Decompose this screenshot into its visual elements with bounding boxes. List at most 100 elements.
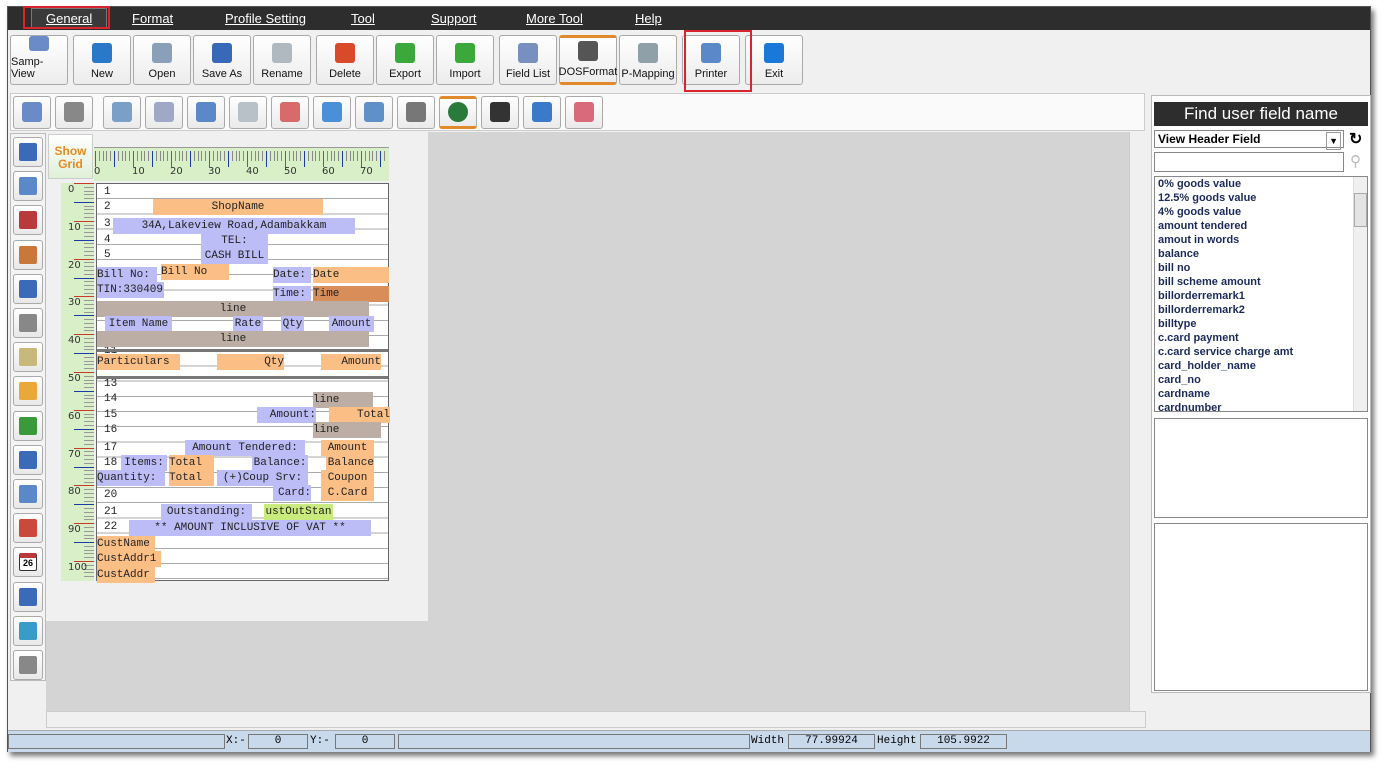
field-list-item[interactable]: c.card service charge amt: [1155, 345, 1367, 359]
field-quantity[interactable]: Quantity:: [97, 470, 165, 486]
clock-tool[interactable]: [13, 513, 43, 544]
field-date[interactable]: Date:: [273, 267, 311, 283]
page-settings-button[interactable]: [229, 95, 267, 129]
coins-tool[interactable]: [13, 650, 43, 680]
field-items[interactable]: Items:: [121, 455, 167, 471]
menu-help[interactable]: Help: [631, 11, 666, 26]
export-button[interactable]: Export: [376, 35, 434, 85]
field-total[interactable]: Total: [169, 470, 214, 486]
text-tool-tool[interactable]: [13, 137, 43, 167]
save-as-button[interactable]: Save As: [193, 35, 251, 85]
field-particulars[interactable]: Particulars: [97, 354, 180, 370]
print-button[interactable]: [55, 95, 93, 129]
field-shopname[interactable]: ShopName: [153, 199, 323, 215]
field-qty[interactable]: Qty: [281, 316, 304, 332]
field-custname[interactable]: CustName: [97, 536, 155, 552]
globe-button[interactable]: [439, 95, 477, 129]
field-c-card[interactable]: C.Card: [321, 485, 374, 501]
exit-button[interactable]: Exit: [745, 35, 803, 85]
field-cash-bill[interactable]: CASH BILL: [201, 248, 268, 264]
field-list-item[interactable]: amout in words: [1155, 233, 1367, 247]
pencil-tool[interactable]: [13, 239, 43, 270]
field-total[interactable]: Total: [329, 407, 390, 423]
field-line[interactable]: line: [313, 392, 373, 408]
preview-button[interactable]: [13, 95, 51, 129]
field-bill-no[interactable]: Bill No:: [97, 267, 157, 283]
field-balance[interactable]: Balance:: [252, 455, 308, 471]
field-type-dropdown[interactable]: View Header Field ▼: [1154, 130, 1344, 150]
field-tin-330409[interactable]: TIN:330409: [97, 282, 164, 298]
layout-tool[interactable]: [13, 171, 43, 202]
search-icon[interactable]: ⚲: [1350, 152, 1361, 170]
field-amount-tendered[interactable]: Amount Tendered:: [185, 440, 305, 456]
notes-tool[interactable]: [13, 342, 43, 373]
field-qty[interactable]: Qty: [217, 354, 284, 370]
field-list-item[interactable]: billtype: [1155, 317, 1367, 331]
field-tel[interactable]: TEL:: [201, 233, 268, 249]
field-34a-lakeview-road-adambakkam[interactable]: 34A,Lakeview Road,Adambakkam: [113, 218, 355, 234]
show-grid-button[interactable]: Show Grid: [48, 134, 93, 179]
field-list-item[interactable]: billorderremark2: [1155, 303, 1367, 317]
field-bill-no[interactable]: Bill No: [161, 264, 229, 280]
align-button[interactable]: [271, 95, 309, 129]
field-card[interactable]: Card:: [273, 485, 311, 501]
field-time[interactable]: Time: [313, 286, 389, 302]
new-button[interactable]: New: [73, 35, 131, 85]
field-outstanding[interactable]: Outstanding:: [161, 504, 252, 520]
menu-profile-setting[interactable]: Profile Setting: [221, 11, 310, 26]
vertical-scrollbar[interactable]: [1129, 132, 1146, 711]
field-amount[interactable]: Amount: [321, 440, 374, 456]
field-settings-button[interactable]: [145, 95, 183, 129]
field-list-button[interactable]: Field List: [499, 35, 557, 85]
menu-support[interactable]: Support: [427, 11, 481, 26]
network-printer-button[interactable]: [523, 95, 561, 129]
cloud-download-button[interactable]: [355, 95, 393, 129]
field-total[interactable]: Total: [169, 455, 214, 471]
horizontal-scrollbar[interactable]: [46, 711, 1146, 728]
field-balance[interactable]: Balance: [326, 455, 374, 471]
dosformat-button[interactable]: DOSFormat: [559, 35, 617, 85]
pen-tool[interactable]: [13, 205, 43, 236]
cloud-upload-button[interactable]: [313, 95, 351, 129]
field-list-item[interactable]: card_holder_name: [1155, 359, 1367, 373]
field-list-item[interactable]: 0% goods value: [1155, 177, 1367, 191]
field-list-item[interactable]: bill scheme amount: [1155, 275, 1367, 289]
printer-settings-button[interactable]: [187, 95, 225, 129]
edit-tool[interactable]: [13, 376, 43, 407]
field-list-item[interactable]: bill no: [1155, 261, 1367, 275]
field-coupon[interactable]: Coupon: [321, 470, 374, 486]
p-mapping-button[interactable]: P-Mapping: [619, 35, 677, 85]
field-amount[interactable]: Amount:: [257, 407, 316, 423]
rename-button[interactable]: Rename: [253, 35, 311, 85]
field-list-item[interactable]: 4% goods value: [1155, 205, 1367, 219]
menu-more-tool[interactable]: More Tool: [522, 11, 587, 26]
percent-tool[interactable]: [13, 615, 43, 646]
field-line[interactable]: line: [313, 422, 381, 438]
field-item-name[interactable]: Item Name: [105, 316, 172, 332]
field-line[interactable]: line: [97, 301, 369, 317]
list-tool[interactable]: [13, 479, 43, 509]
receipt-printer-button[interactable]: [397, 95, 435, 129]
samp-view-button[interactable]: Samp-View: [10, 35, 68, 85]
field-amount[interactable]: Amount: [329, 316, 374, 332]
edit-fields-button[interactable]: [103, 95, 141, 129]
calendar-tool[interactable]: 26: [13, 547, 43, 578]
menu-tool[interactable]: Tool: [347, 11, 379, 26]
field-list-item[interactable]: billorderremark1: [1155, 289, 1367, 303]
field-coup-srv[interactable]: (+)Coup Srv:: [217, 470, 308, 486]
field-list-item[interactable]: card_no: [1155, 373, 1367, 387]
field-list-item[interactable]: 12.5% goods value: [1155, 191, 1367, 205]
field-list-item[interactable]: amount tendered: [1155, 219, 1367, 233]
field-rate[interactable]: Rate: [233, 316, 263, 332]
printer-alt-button[interactable]: [565, 95, 603, 129]
field-ustoutstan[interactable]: ustOutStan: [264, 504, 333, 520]
cash-drawer-button[interactable]: [481, 95, 519, 129]
field-list-item[interactable]: cardname: [1155, 387, 1367, 401]
numbered-list-tool[interactable]: [13, 444, 43, 475]
list-scrollbar[interactable]: [1353, 177, 1367, 411]
dots-tool[interactable]: [13, 273, 43, 304]
field-custaddr[interactable]: CustAddr: [97, 567, 155, 583]
refresh-icon[interactable]: ↻: [1349, 129, 1362, 149]
field-date[interactable]: Date: [313, 267, 389, 283]
delete-button[interactable]: Delete: [316, 35, 374, 85]
